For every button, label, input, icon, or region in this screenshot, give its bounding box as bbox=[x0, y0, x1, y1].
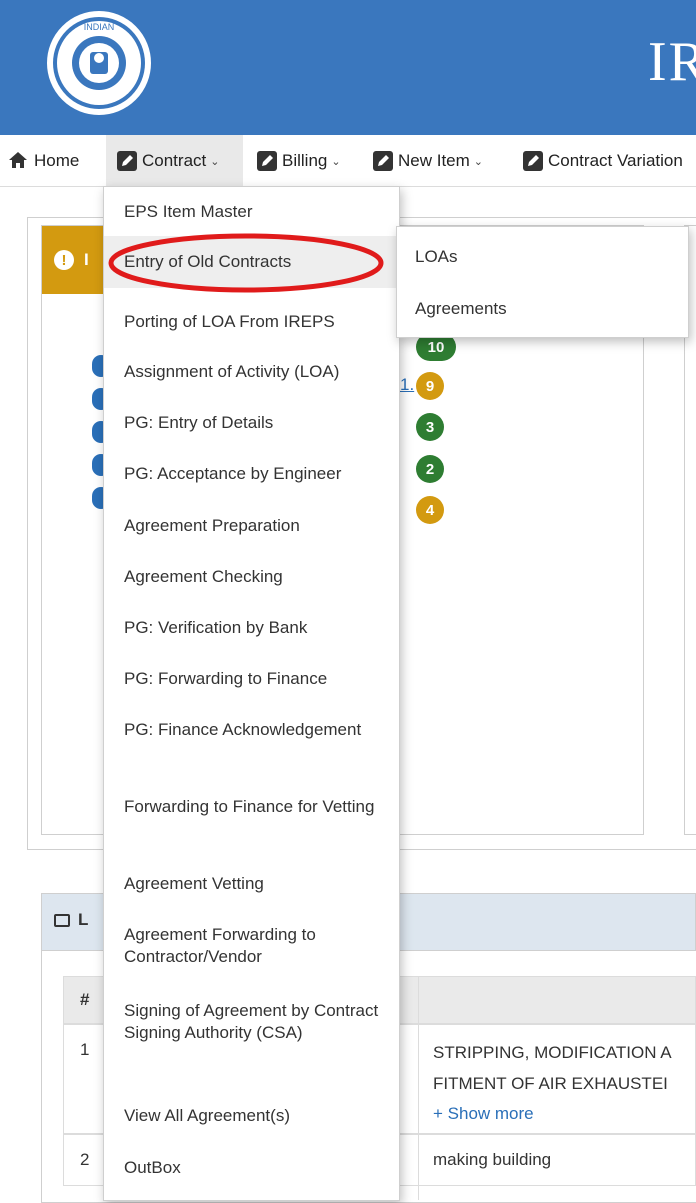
lower-section-title-partial: L bbox=[78, 910, 89, 929]
nav-new-item-label: New Item bbox=[398, 151, 470, 170]
app-header: INDIAN IR bbox=[0, 0, 696, 135]
table-cell-num: 1 bbox=[80, 1040, 90, 1059]
table-cell-desc-line1: STRIPPING, MODIFICATION A bbox=[433, 1043, 672, 1062]
menu-item-view-all-agreements[interactable]: View All Agreement(s) bbox=[104, 1105, 399, 1127]
entry-of-old-contracts-submenu: LOAs Agreements bbox=[396, 226, 689, 338]
menu-item-pg-entry-of-details[interactable]: PG: Entry of Details bbox=[104, 412, 399, 434]
menu-item-assignment-of-activity[interactable]: Assignment of Activity (LOA) bbox=[104, 361, 399, 383]
nav-new-item[interactable]: New Item ⌄ bbox=[372, 135, 483, 187]
alert-title-partial: I bbox=[84, 250, 89, 269]
edit-icon bbox=[256, 150, 278, 172]
menu-item-pg-verification-by-bank[interactable]: PG: Verification by Bank bbox=[104, 617, 399, 639]
home-icon bbox=[8, 150, 30, 172]
edit-icon bbox=[522, 150, 544, 172]
menu-item-forwarding-to-finance-for-vetting[interactable]: Forwarding to Finance for Vetting bbox=[104, 796, 399, 818]
chevron-down-icon: ⌄ bbox=[473, 155, 484, 168]
menu-item-agreement-forwarding-to-contractor[interactable]: Agreement Forwarding to Contractor/Vendo… bbox=[104, 924, 399, 968]
menu-item-agreement-preparation[interactable]: Agreement Preparation bbox=[104, 515, 399, 537]
nav-contract-variation-label: Contract Variation bbox=[548, 151, 683, 170]
count-badge: 9 bbox=[416, 372, 444, 400]
table-cell-num: 2 bbox=[80, 1150, 90, 1169]
menu-item-pg-acceptance-by-engineer[interactable]: PG: Acceptance by Engineer bbox=[104, 463, 399, 485]
inbox-icon bbox=[54, 914, 70, 927]
count-badge: 3 bbox=[416, 413, 444, 441]
edit-icon bbox=[116, 150, 138, 172]
nav-home-label: Home bbox=[34, 151, 80, 170]
nav-home[interactable]: Home bbox=[8, 135, 79, 187]
nav-contract-variation[interactable]: Contract Variation bbox=[522, 135, 683, 187]
count-badge: 4 bbox=[416, 496, 444, 524]
count-badge: 2 bbox=[416, 455, 444, 483]
indian-railways-logo[interactable]: INDIAN bbox=[46, 10, 152, 116]
menu-item-porting-of-loa[interactable]: Porting of LOA From IREPS bbox=[104, 311, 399, 333]
svg-text:INDIAN: INDIAN bbox=[84, 22, 115, 32]
contract-dropdown-menu: EPS Item Master Entry of Old Contracts P… bbox=[103, 186, 400, 1201]
menu-item-pg-forwarding-to-finance[interactable]: PG: Forwarding to Finance bbox=[104, 668, 399, 690]
alert-icon: ! bbox=[54, 250, 74, 270]
menu-item-outbox[interactable]: OutBox bbox=[104, 1157, 399, 1179]
nav-contract-label: Contract bbox=[142, 151, 207, 170]
show-more-link[interactable]: + Show more bbox=[433, 1104, 534, 1124]
nav-billing-label: Billing bbox=[282, 151, 328, 170]
menu-item-pg-finance-acknowledgement[interactable]: PG: Finance Acknowledgement bbox=[104, 719, 399, 741]
menu-item-agreement-checking[interactable]: Agreement Checking bbox=[104, 566, 399, 588]
chevron-down-icon: ⌄ bbox=[331, 155, 341, 168]
partial-link[interactable]: 1. bbox=[400, 375, 414, 395]
nav-contract[interactable]: Contract ⌄ bbox=[106, 135, 243, 187]
main-nav: Home Contract ⌄ Billing ⌄ New Item ⌄ Con… bbox=[0, 135, 696, 187]
table-header-num: # bbox=[80, 990, 90, 1009]
app-title: IR bbox=[648, 31, 696, 93]
submenu-item-loas[interactable]: LOAs bbox=[415, 247, 458, 267]
submenu-item-agreements[interactable]: Agreements bbox=[415, 299, 507, 319]
table-cell-desc-line1: making building bbox=[433, 1150, 552, 1169]
table-cell-desc-line2: FITMENT OF AIR EXHAUSTEI bbox=[433, 1074, 668, 1093]
menu-item-entry-of-old-contracts[interactable]: Entry of Old Contracts bbox=[104, 236, 399, 288]
edit-icon bbox=[372, 150, 394, 172]
menu-item-agreement-vetting[interactable]: Agreement Vetting bbox=[104, 873, 399, 895]
menu-item-signing-of-agreement-by-csa[interactable]: Signing of Agreement by Contract Signing… bbox=[104, 1000, 399, 1044]
chevron-down-icon: ⌄ bbox=[210, 155, 220, 168]
nav-billing[interactable]: Billing ⌄ bbox=[256, 135, 341, 187]
menu-item-eps-item-master[interactable]: EPS Item Master bbox=[104, 201, 399, 223]
